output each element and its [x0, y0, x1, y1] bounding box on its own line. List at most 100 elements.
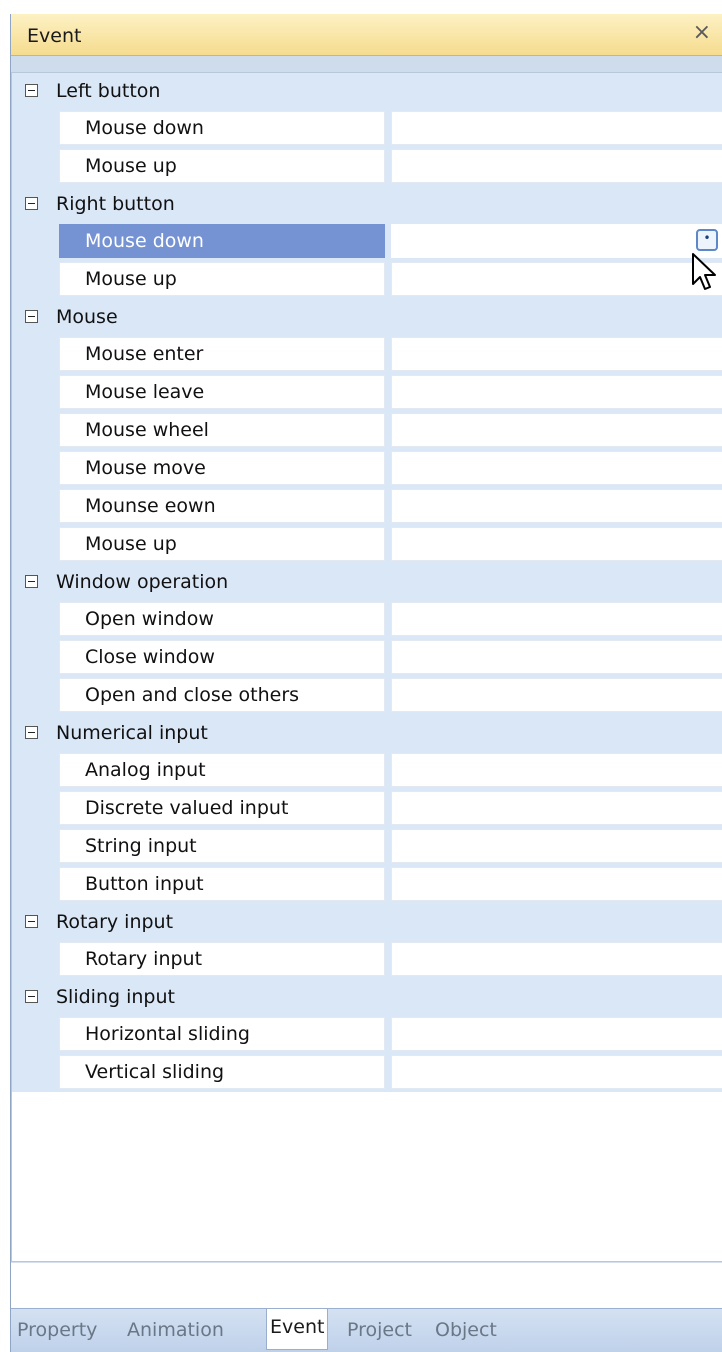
category-row[interactable]: Sliding input [12, 979, 722, 1016]
event-row: Mouse up [12, 526, 722, 564]
event-value-field[interactable] [391, 602, 722, 636]
event-name-cell[interactable]: String input [59, 829, 385, 863]
event-name-cell[interactable]: Button input [59, 867, 385, 901]
event-name-cell[interactable]: Mouse down [59, 224, 385, 258]
event-label: Button input [85, 873, 204, 895]
event-row: Discrete valued input [12, 790, 722, 828]
ellipsis-icon[interactable]: • [696, 229, 718, 251]
collapse-icon[interactable] [25, 84, 38, 97]
grid-empty-area [11, 1262, 722, 1308]
event-value-field[interactable] [391, 262, 722, 296]
event-row: Vertical sliding [12, 1054, 722, 1092]
event-value-field[interactable] [391, 489, 722, 523]
event-name-cell[interactable]: Mounse eown [59, 489, 385, 523]
event-name-cell[interactable]: Mouse wheel [59, 413, 385, 447]
event-value-field[interactable] [391, 829, 722, 863]
category-row[interactable]: Numerical input [12, 715, 722, 752]
event-label: Mouse up [85, 268, 177, 290]
event-name-cell[interactable]: Mouse up [59, 527, 385, 561]
event-label: Mouse move [85, 457, 206, 479]
category-row[interactable]: Window operation [12, 564, 722, 601]
collapse-icon[interactable] [25, 575, 38, 588]
panel-title: Event [27, 25, 82, 47]
panel-title-bar: Event × [11, 14, 722, 56]
event-value-field[interactable] [391, 375, 722, 409]
event-row: Mounse eown [12, 488, 722, 526]
category-label: Numerical input [56, 722, 208, 744]
mouse-cursor-icon [692, 253, 716, 290]
category-row[interactable]: Left button [12, 73, 722, 110]
event-row: Analog input [12, 752, 722, 790]
event-label: Vertical sliding [85, 1061, 225, 1083]
collapse-icon[interactable] [25, 990, 38, 1003]
event-name-cell[interactable]: Discrete valued input [59, 791, 385, 825]
event-value-field[interactable] [391, 527, 722, 561]
event-row: Mouse down [12, 110, 722, 148]
property-grid: Left button Mouse down Mouse up Right butto… [11, 72, 722, 1262]
event-name-cell[interactable]: Open and close others [59, 678, 385, 712]
collapse-icon[interactable] [25, 726, 38, 739]
event-value-field[interactable]: • [391, 224, 722, 258]
event-label: Mouse enter [85, 343, 204, 365]
event-row: Mouse move [12, 450, 722, 488]
event-value-field[interactable] [391, 753, 722, 787]
event-row: Mouse enter [12, 336, 722, 374]
event-label: Horizontal sliding [85, 1023, 250, 1045]
event-value-field[interactable] [391, 867, 722, 901]
event-value-field[interactable] [391, 678, 722, 712]
event-panel: Event × Left button Mouse down Mouse up Rig… [10, 14, 722, 1352]
event-value-field[interactable] [391, 640, 722, 674]
event-name-cell[interactable]: Open window [59, 602, 385, 636]
tab-object[interactable]: Object [435, 1312, 497, 1350]
event-value-field[interactable] [391, 451, 722, 485]
event-name-cell[interactable]: Mouse up [59, 262, 385, 296]
event-label: Open and close others [85, 684, 300, 706]
event-label: Discrete valued input [85, 797, 289, 819]
category-row[interactable]: Right button [12, 186, 722, 223]
event-name-cell[interactable]: Mouse down [59, 111, 385, 145]
event-name-cell[interactable]: Mouse up [59, 149, 385, 183]
event-name-cell[interactable]: Mouse enter [59, 337, 385, 371]
event-label: String input [85, 835, 197, 857]
close-icon[interactable]: × [693, 20, 711, 45]
category-row[interactable]: Rotary input [12, 904, 722, 941]
event-value-field[interactable] [391, 337, 722, 371]
event-value-field[interactable] [391, 149, 722, 183]
event-row: Mouse up [12, 261, 722, 299]
event-row: Button input [12, 866, 722, 904]
event-name-cell[interactable]: Vertical sliding [59, 1055, 385, 1089]
event-value-field[interactable] [391, 1055, 722, 1089]
event-value-field[interactable] [391, 791, 722, 825]
event-row: Close window [12, 639, 722, 677]
event-name-cell[interactable]: Rotary input [59, 942, 385, 976]
event-label: Rotary input [85, 948, 203, 970]
event-value-field[interactable] [391, 413, 722, 447]
event-value-field[interactable] [391, 1017, 722, 1051]
event-label: Mouse up [85, 155, 177, 177]
event-label: Open window [85, 608, 214, 630]
event-value-field[interactable] [391, 111, 722, 145]
collapse-icon[interactable] [25, 197, 38, 210]
event-label: Mouse wheel [85, 419, 209, 441]
event-row: Rotary input [12, 941, 722, 979]
category-label: Window operation [56, 571, 229, 593]
event-label: Mounse eown [85, 495, 216, 517]
category-row[interactable]: Mouse [12, 299, 722, 336]
event-name-cell[interactable]: Mouse move [59, 451, 385, 485]
tab-project[interactable]: Project [347, 1312, 412, 1350]
tab-animation[interactable]: Animation [127, 1312, 224, 1350]
event-label: Analog input [85, 759, 206, 781]
event-name-cell[interactable]: Horizontal sliding [59, 1017, 385, 1051]
event-value-field[interactable] [391, 942, 722, 976]
event-row: Mouse up [12, 148, 722, 186]
event-name-cell[interactable]: Analog input [59, 753, 385, 787]
event-row: Open window [12, 601, 722, 639]
event-label: Mouse leave [85, 381, 205, 403]
tab-event[interactable]: Event [266, 1309, 329, 1350]
tab-property[interactable]: Property [17, 1312, 97, 1350]
event-name-cell[interactable]: Close window [59, 640, 385, 674]
event-row: String input [12, 828, 722, 866]
collapse-icon[interactable] [25, 310, 38, 323]
collapse-icon[interactable] [25, 915, 38, 928]
event-name-cell[interactable]: Mouse leave [59, 375, 385, 409]
